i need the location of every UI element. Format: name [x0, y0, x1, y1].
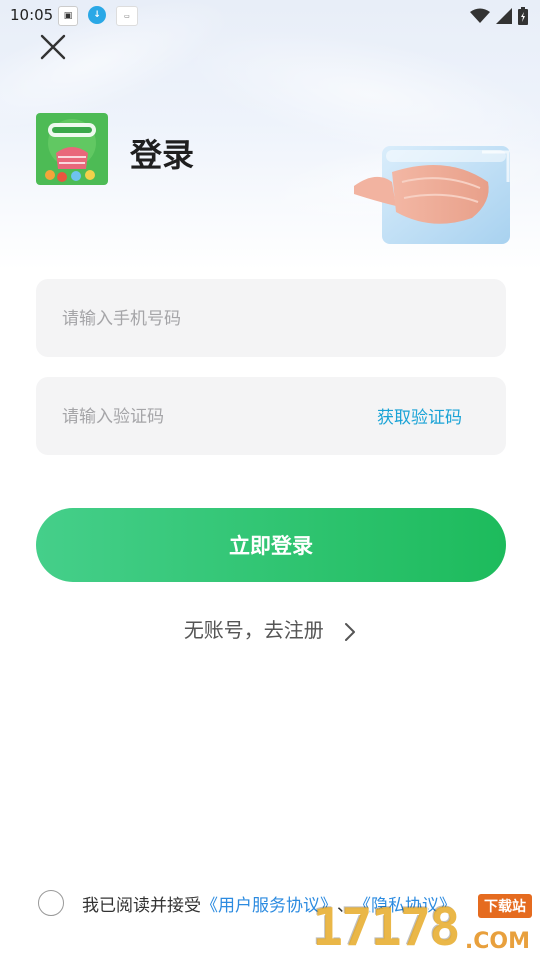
user-service-agreement-link[interactable]: 《用户服务协议》 — [201, 891, 337, 916]
register-link[interactable]: 无账号，去注册 — [0, 614, 540, 643]
notification-banner-icon: ▭ — [116, 6, 138, 26]
app-logo — [36, 113, 108, 185]
battery-icon — [518, 7, 528, 25]
status-indicators — [470, 7, 528, 25]
chevron-right-icon — [345, 622, 356, 641]
login-button[interactable]: 立即登录 — [36, 508, 506, 582]
agreement-prefix: 我已阅读并接受 — [82, 895, 201, 916]
phone-field[interactable] — [36, 279, 506, 359]
status-bar: 10:05 ▣ ↓ ▭ — [0, 0, 540, 32]
frozen-fish-illustration — [354, 146, 510, 244]
agreement-separator: 、 — [337, 895, 354, 916]
watermark-suffix: .COM — [464, 929, 530, 954]
register-label: 无账号，去注册 — [183, 618, 324, 642]
code-field[interactable]: 获取验证码 — [36, 377, 506, 457]
agreement-checkbox[interactable] — [38, 890, 64, 916]
download-icon: ↓ — [88, 6, 106, 24]
status-app-icons: ▣ ↓ ▭ — [58, 6, 138, 26]
watermark-badge: 下载站 — [478, 894, 532, 918]
verification-code-input[interactable] — [60, 377, 344, 457]
status-time: 10:05 — [10, 6, 54, 24]
close-icon[interactable] — [38, 32, 68, 62]
privacy-agreement-link[interactable]: 《隐私协议》 — [354, 891, 456, 916]
notification-app-icon: ▣ — [58, 6, 78, 26]
wifi-icon — [470, 8, 490, 23]
agreement-row: 我已阅读并接受 《用户服务协议》 、 《隐私协议》 — [38, 890, 456, 916]
cell-signal-icon — [496, 8, 512, 24]
page-title: 登录 — [130, 136, 195, 174]
phone-input[interactable] — [60, 279, 344, 359]
get-code-button[interactable]: 获取验证码 — [377, 403, 462, 428]
